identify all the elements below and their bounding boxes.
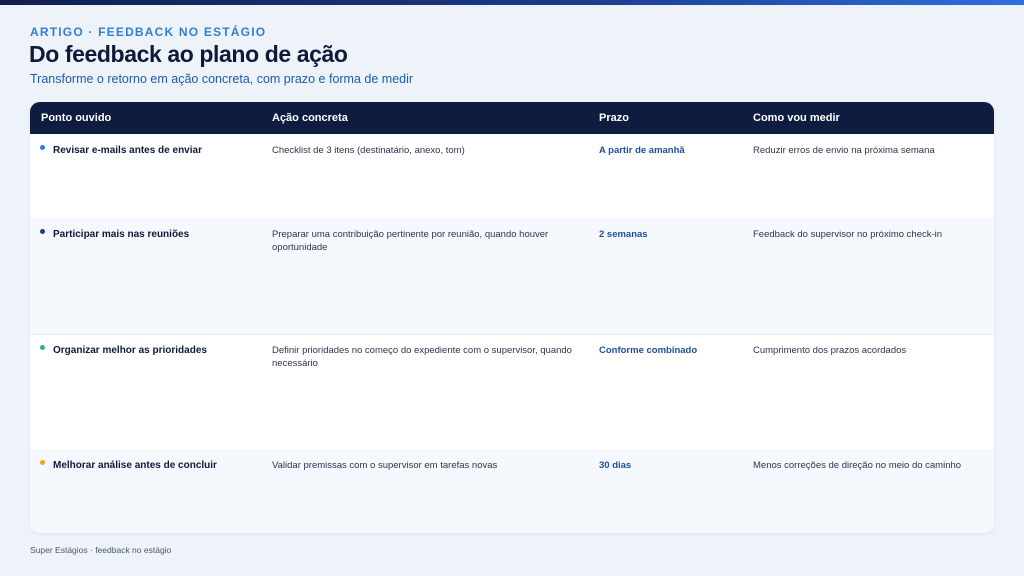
eyebrow-label: ARTIGO · FEEDBACK NO ESTÁGIO — [30, 25, 267, 39]
footer-credit: Super Estágios · feedback no estágio — [30, 545, 172, 555]
page-subtitle: Transforme o retorno em ação concreta, c… — [30, 72, 414, 86]
row-point: Melhorar análise antes de concluir — [53, 460, 217, 471]
top-accent-bar — [0, 0, 1024, 5]
action-plan-table: Ponto ouvido Ação concreta Prazo Como vo… — [30, 102, 994, 533]
column-header-deadline: Prazo — [599, 112, 629, 124]
row-measure: Menos correções de direção no meio do ca… — [753, 460, 962, 471]
table-row: Revisar e-mails antes de enviar Checklis… — [30, 134, 994, 219]
bullet-dot-icon — [40, 145, 45, 150]
row-deadline: A partir de amanhã — [599, 145, 685, 156]
table-row: Participar mais nas reuniões Preparar um… — [30, 218, 994, 335]
row-measure: Feedback do supervisor no próximo check-… — [753, 229, 943, 240]
row-measure: Cumprimento dos prazos acordados — [753, 345, 907, 356]
bullet-dot-icon — [40, 460, 45, 465]
row-point: Participar mais nas reuniões — [53, 229, 190, 240]
bullet-dot-icon — [40, 345, 45, 350]
table-header: Ponto ouvido Ação concreta Prazo Como vo… — [30, 102, 994, 134]
row-deadline: Conforme combinado — [599, 345, 698, 356]
row-point: Revisar e-mails antes de enviar — [53, 145, 202, 156]
column-header-measure: Como vou medir — [753, 112, 840, 124]
table-row: Organizar melhor as prioridades Definir … — [30, 334, 994, 450]
row-point: Organizar melhor as prioridades — [53, 345, 207, 356]
table-row: Melhorar análise antes de concluir Valid… — [30, 449, 994, 533]
row-action: Validar premissas com o supervisor em ta… — [272, 460, 498, 471]
row-action: Preparar uma contribuição pertinente por… — [272, 229, 549, 253]
row-measure: Reduzir erros de envio na próxima semana — [753, 145, 935, 156]
page-title: Do feedback ao plano de ação — [29, 41, 348, 67]
column-header-action: Ação concreta — [272, 112, 348, 124]
row-deadline: 30 dias — [599, 460, 632, 471]
row-deadline: 2 semanas — [599, 229, 648, 240]
column-header-point: Ponto ouvido — [41, 112, 112, 124]
bullet-dot-icon — [40, 229, 45, 234]
row-action: Definir prioridades no começo do expedie… — [272, 345, 572, 369]
row-action: Checklist de 3 itens (destinatário, anex… — [272, 145, 465, 156]
